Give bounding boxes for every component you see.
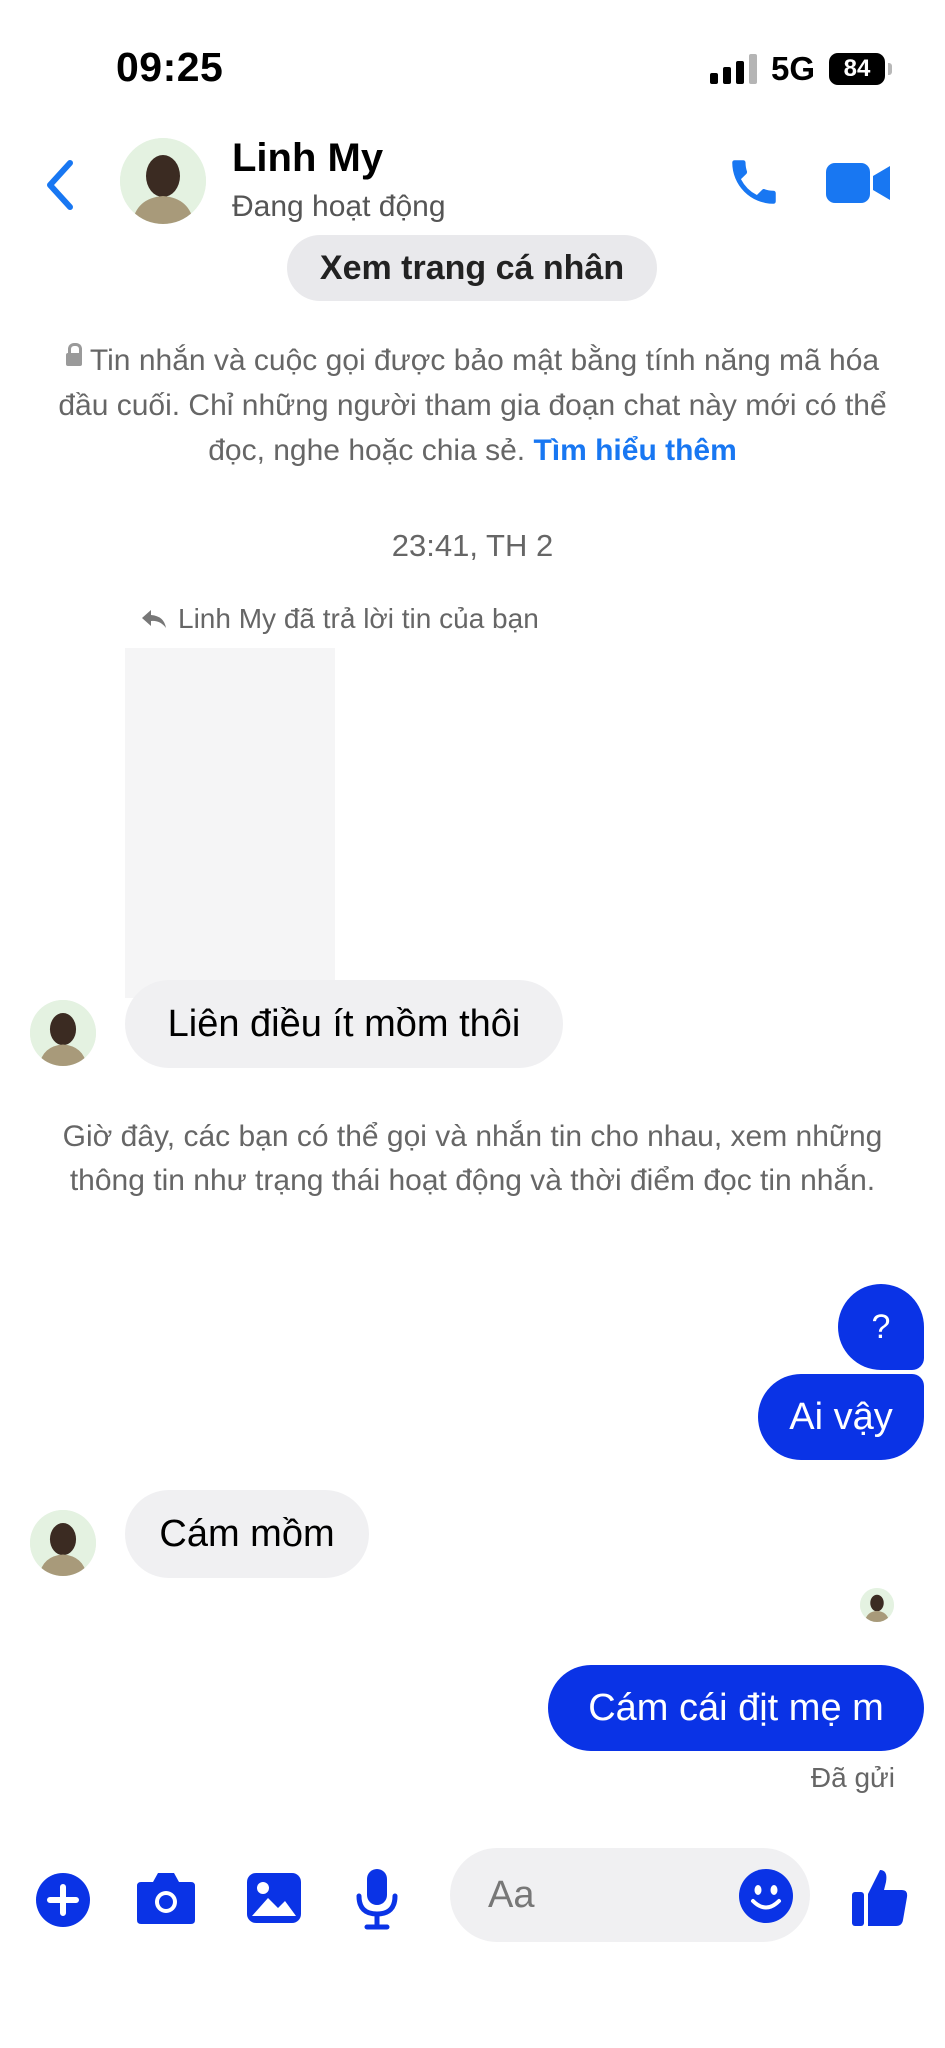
reply-arrow-icon	[142, 610, 166, 628]
incoming-message[interactable]: Cám mồm	[125, 1490, 369, 1578]
lock-icon	[65, 342, 82, 366]
system-notice: Giờ đây, các bạn có thể gọi và nhắn tin …	[62, 1120, 883, 1197]
network-label: 5G	[770, 50, 815, 87]
encryption-text: Tin nhắn và cuộc gọi được bảo mật bằng t…	[58, 344, 887, 467]
outgoing-message[interactable]: ?	[838, 1284, 924, 1370]
emoji-icon[interactable]	[738, 1868, 794, 1924]
sent-status: Đã gửi	[810, 1762, 895, 1793]
reply-note-text: Linh My đã trả lời tin của bạn	[178, 603, 539, 634]
video-camera-icon[interactable]	[826, 160, 892, 206]
contact-avatar[interactable]	[120, 138, 206, 224]
contact-avatar-small[interactable]	[30, 1510, 96, 1576]
incoming-message[interactable]: Liên điều ít mồm thôi	[125, 980, 563, 1068]
plus-icon[interactable]	[36, 1873, 90, 1927]
message-timestamp: 23:41, TH 2	[391, 528, 554, 563]
message-input-placeholder: Aa	[488, 1874, 535, 1916]
photo-icon[interactable]	[246, 1872, 302, 1924]
contact-avatar-small[interactable]	[30, 1000, 96, 1066]
contact-name[interactable]: Linh My	[232, 136, 383, 181]
battery-icon: 84	[829, 53, 892, 85]
outgoing-message[interactable]: Ai vậy	[758, 1374, 924, 1460]
thumbs-up-icon[interactable]	[850, 1866, 910, 1928]
learn-more-link[interactable]: Tìm hiểu thêm	[533, 434, 736, 467]
outgoing-message[interactable]: Cám cái địt mẹ m	[548, 1665, 924, 1751]
phone-icon[interactable]	[725, 153, 783, 211]
status-time: 09:25	[116, 44, 224, 90]
back-chevron-icon[interactable]	[40, 155, 80, 215]
camera-icon[interactable]	[135, 1868, 197, 1926]
view-profile-button[interactable]: Xem trang cá nhân	[287, 235, 657, 301]
reply-note: Linh My đã trả lời tin của bạn	[140, 603, 539, 635]
replied-message-preview[interactable]	[125, 648, 335, 998]
encryption-notice: Tin nhắn và cuộc gọi được bảo mật bằng t…	[40, 338, 905, 473]
microphone-icon[interactable]	[355, 1868, 399, 1930]
battery-level: 84	[843, 55, 871, 82]
contact-status: Đang hoạt động	[232, 190, 446, 223]
read-receipt-avatar	[860, 1588, 894, 1622]
signal-icon	[709, 54, 757, 84]
status-indicators: 5G 84	[709, 50, 892, 88]
